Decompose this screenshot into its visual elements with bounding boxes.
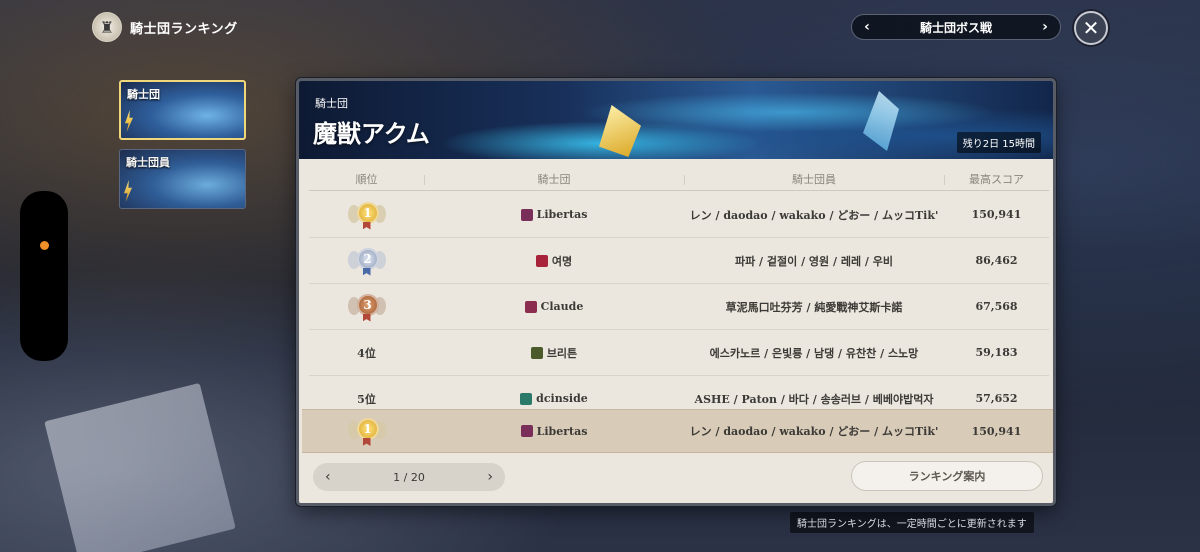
- boss-horn-art: [599, 105, 641, 157]
- guild-name: dcinside: [536, 392, 588, 405]
- ranking-panel: 騎士団 魔獣アクム 残り2日 15時間 順位 騎士団 騎士団員 最高スコア 1 …: [296, 78, 1056, 506]
- shield-crest-icon: ♜: [92, 12, 122, 42]
- guild-name: 브리튼: [546, 346, 578, 360]
- guild-members: 에스카노르 / 은빛룡 / 남댕 / 유찬찬 / 스노망: [709, 346, 919, 360]
- guild-members: ASHE / Paton / 바다 / 송송러브 / 베베야밥먹자: [694, 392, 934, 406]
- col-score: 最高スコア: [944, 171, 1049, 187]
- mode-selector-label: 騎士団ボス戦: [919, 20, 992, 35]
- my-guild-row[interactable]: 1 Libertas レン / daodao / wakako / どおー / …: [302, 409, 1053, 453]
- best-score: 57,652: [975, 392, 1018, 405]
- guild-members: レン / daodao / wakako / どおー / ムッコTik': [689, 425, 939, 438]
- guild-emblem-icon: [524, 300, 537, 313]
- table-header: 順位 騎士団 騎士団員 最高スコア: [309, 167, 1049, 191]
- tab-guild[interactable]: 騎士団: [119, 80, 246, 140]
- close-button[interactable]: ✕: [1074, 11, 1108, 45]
- col-members: 騎士団員: [684, 171, 944, 187]
- best-score: 150,941: [971, 424, 1022, 438]
- best-score: 59,183: [975, 346, 1018, 359]
- indicator-dot: [40, 241, 49, 250]
- rank-text: 4位: [357, 346, 376, 360]
- close-icon: ✕: [1082, 16, 1100, 40]
- chevron-left-icon[interactable]: ‹: [860, 19, 874, 35]
- tab-guild-members-label: 騎士団員: [126, 156, 170, 169]
- guild-members: 파파 / 겉절이 / 영원 / 레레 / 우비: [734, 254, 894, 268]
- chevron-right-icon[interactable]: ›: [487, 469, 493, 485]
- guild-name: Libertas: [536, 424, 588, 438]
- table-row[interactable]: 4位 브리튼 에스카노르 / 은빛룡 / 남댕 / 유찬찬 / 스노망 59,1…: [309, 330, 1049, 376]
- guild-emblem-icon: [520, 208, 533, 221]
- guild-name: Libertas: [536, 208, 588, 221]
- guild-members: レン / daodao / wakako / どおー / ムッコTik': [689, 208, 939, 222]
- table-row[interactable]: 1 Libertas レン / daodao / wakako / どおー / …: [309, 192, 1049, 238]
- pagination: ‹ 1 / 20 ›: [313, 463, 505, 491]
- lightning-icon: [124, 180, 132, 202]
- rank-text: 5位: [357, 392, 376, 406]
- guild-emblem-icon: [520, 392, 533, 405]
- boss-crystal-art: [863, 91, 899, 151]
- col-guild: 騎士団: [424, 171, 684, 187]
- page-title: 騎士団ランキング: [130, 21, 238, 37]
- guild-emblem-icon: [530, 346, 543, 359]
- ranking-list[interactable]: 1 Libertas レン / daodao / wakako / どおー / …: [309, 192, 1049, 422]
- update-notice: 騎士団ランキングは、一定時間ごとに更新されます: [790, 512, 1034, 533]
- guild-emblem-icon: [535, 254, 548, 267]
- boss-banner: 騎士団 魔獣アクム 残り2日 15時間: [299, 81, 1053, 159]
- table-row[interactable]: 3 Claude 草泥馬口吐芬芳 / 純愛戰神艾斯卡諾 67,568: [309, 284, 1049, 330]
- bronze-medal-icon: 3: [347, 291, 386, 323]
- gold-medal-icon: 1: [347, 415, 386, 447]
- best-score: 67,568: [975, 300, 1018, 313]
- boss-name: 魔獣アクム: [313, 120, 430, 148]
- col-rank: 順位: [355, 172, 378, 186]
- best-score: 86,462: [975, 254, 1018, 267]
- lightning-icon: [125, 110, 133, 132]
- guild-name: Claude: [540, 300, 584, 313]
- background-paper: [44, 382, 236, 552]
- remaining-time: 残り2日 15時間: [956, 132, 1041, 153]
- guild-members: 草泥馬口吐芬芳 / 純愛戰神艾斯卡諾: [725, 300, 903, 314]
- side-panel-handle[interactable]: [20, 191, 68, 361]
- chevron-right-icon[interactable]: ›: [1038, 19, 1052, 35]
- page-indicator: 1 / 20: [393, 470, 425, 484]
- guild-emblem-icon: [520, 425, 533, 437]
- tab-guild-members[interactable]: 騎士団員: [119, 149, 246, 209]
- banner-guild-label: 騎士団: [315, 97, 348, 110]
- gold-medal-icon: 1: [347, 199, 386, 231]
- tab-guild-label: 騎士団: [127, 88, 160, 101]
- guild-name: 여명: [551, 254, 573, 268]
- page-header: ♜ 騎士団ランキング: [92, 12, 238, 42]
- mode-selector: ‹ 騎士団ボス戦 ›: [851, 14, 1061, 40]
- best-score: 150,941: [971, 208, 1022, 221]
- table-row[interactable]: 2 여명 파파 / 겉절이 / 영원 / 레레 / 우비 86,462: [309, 238, 1049, 284]
- chevron-left-icon[interactable]: ‹: [325, 469, 331, 485]
- ranking-guide-button[interactable]: ランキング案内: [851, 461, 1043, 491]
- silver-medal-icon: 2: [347, 245, 386, 277]
